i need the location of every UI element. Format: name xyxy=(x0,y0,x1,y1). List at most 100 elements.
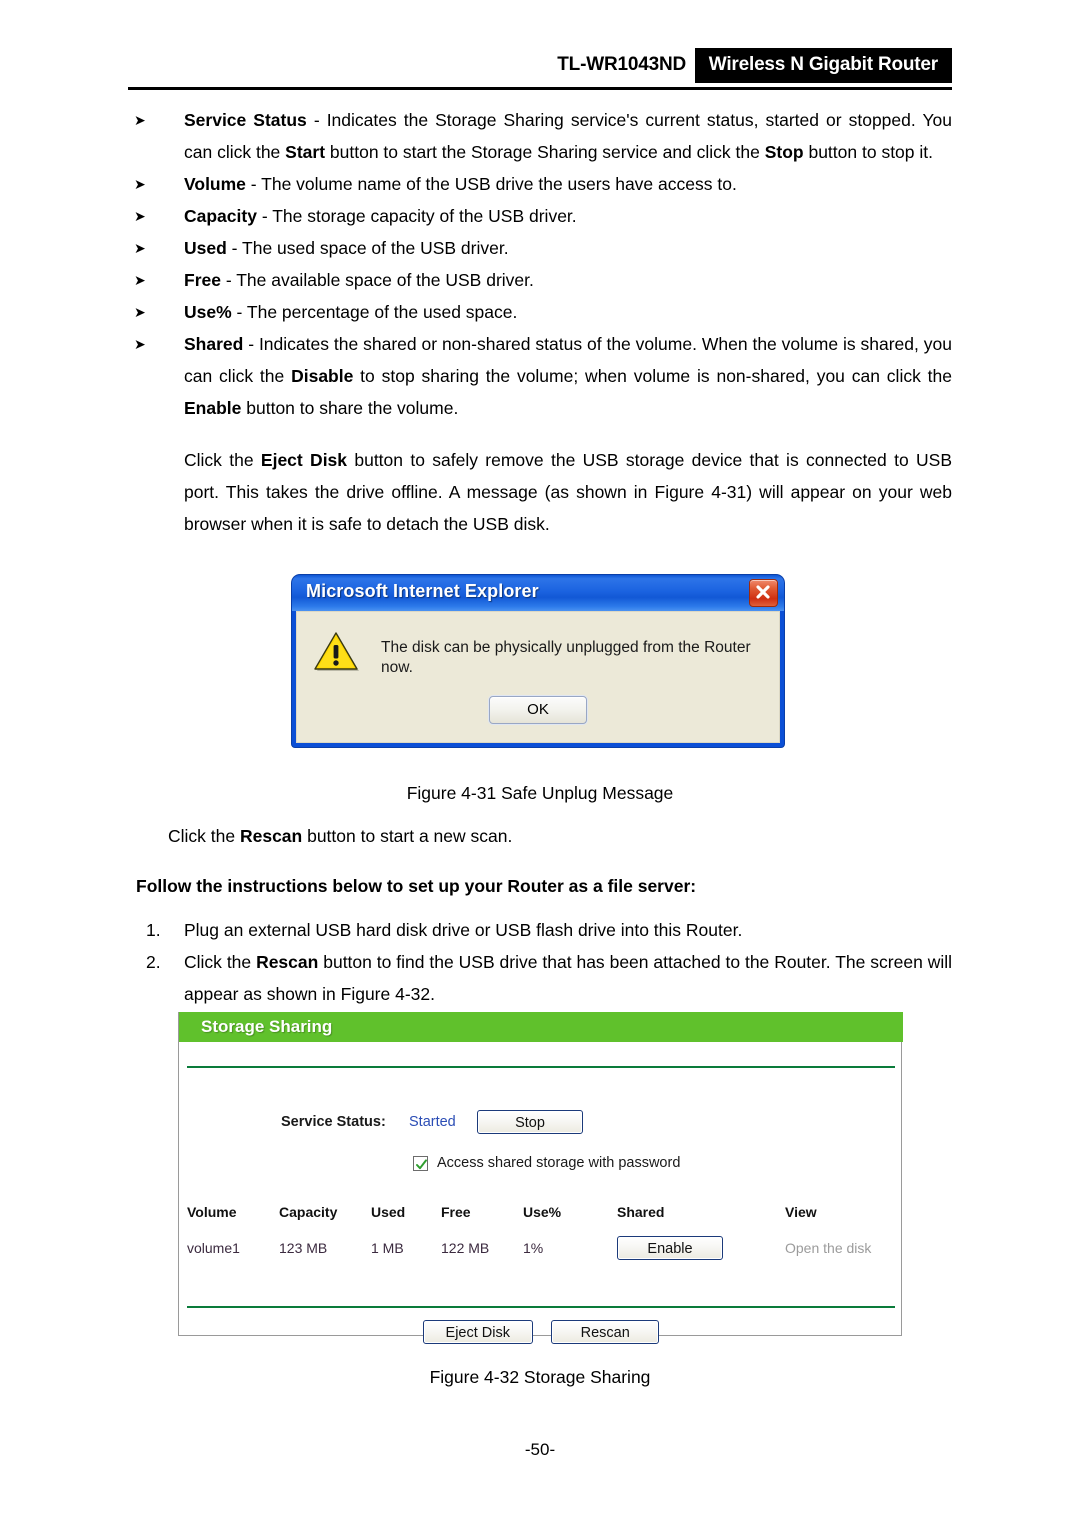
bullet-free: ➤ Free - The available space of the USB d… xyxy=(128,264,952,296)
cell-use-percent: 1% xyxy=(523,1240,544,1256)
paragraph-rescan: Click the Rescan button to start a new s… xyxy=(128,820,952,852)
term-enable: Enable xyxy=(184,398,242,418)
bullet-use-percent: ➤ Use% - The percentage of the used space… xyxy=(128,296,952,328)
bullet-shared: ➤ Shared - Indicates the shared or non-sh… xyxy=(128,328,952,424)
dialog-message: The disk can be physically unplugged fro… xyxy=(381,639,751,676)
divider-top xyxy=(187,1066,895,1068)
table-row: volume1 123 MB 1 MB 122 MB 1% Enable Ope… xyxy=(187,1234,895,1262)
bullet-marker-icon: ➤ xyxy=(134,336,146,352)
cell-view: Open the disk xyxy=(785,1234,895,1262)
storage-sharing-panel: Storage Sharing Service Status: Started … xyxy=(178,1012,903,1344)
paragraph-eject-disk: Click the Eject Disk button to safely re… xyxy=(128,444,952,540)
dialog-body: The disk can be physically unplugged fro… xyxy=(296,611,780,743)
bullet-marker-icon: ➤ xyxy=(134,176,146,192)
text-volume: - The volume name of the USB drive the u… xyxy=(245,174,737,194)
storage-volumes-table: Volume Capacity Used Free Use% Shared Vi… xyxy=(187,1204,895,1262)
step-item-2: 2. Click the Rescan button to find the US… xyxy=(128,946,952,1010)
close-icon[interactable] xyxy=(749,579,778,607)
panel-header: Storage Sharing xyxy=(179,1012,903,1042)
step-1-text: Plug an external USB hard disk drive or … xyxy=(184,920,743,940)
term-shared: Shared xyxy=(184,334,244,354)
cell-shared: Enable xyxy=(617,1234,785,1262)
internet-explorer-dialog: Microsoft Internet Explorer The disk can… xyxy=(292,575,784,747)
bullet-capacity: ➤ Capacity - The storage capacity of the … xyxy=(128,200,952,232)
table-header-row: Volume Capacity Used Free Use% Shared Vi… xyxy=(187,1204,895,1234)
bullet-marker-icon: ➤ xyxy=(134,112,146,128)
step-item-1: 1. Plug an external USB hard disk drive o… xyxy=(128,914,952,946)
column-header-use-percent: Use% xyxy=(523,1204,562,1220)
term-rescan: Rescan xyxy=(239,826,303,846)
cell-volume: volume1 xyxy=(187,1240,240,1256)
figure-31-block: Figure 4-31 Safe Unplug Message Click th… xyxy=(128,778,952,1010)
column-header-used: Used xyxy=(371,1204,406,1220)
warning-icon xyxy=(313,630,359,672)
column-header-shared: Shared xyxy=(617,1204,665,1220)
bullet-marker-icon: ➤ xyxy=(134,240,146,256)
step-number: 1. xyxy=(146,920,161,940)
rescan-pre-text: Click the xyxy=(168,826,240,846)
text-service-status-b: button to start the Storage Sharing serv… xyxy=(325,142,765,162)
term-disable: Disable xyxy=(291,366,354,386)
service-status-label: Service Status: xyxy=(281,1114,386,1130)
bullet-volume: ➤ Volume - The volume name of the USB dri… xyxy=(128,168,952,200)
column-header-volume: Volume xyxy=(187,1204,237,1220)
step-number: 2. xyxy=(146,952,161,972)
column-header-capacity: Capacity xyxy=(279,1204,338,1220)
term-start: Start xyxy=(285,142,326,162)
text-free: - The available space of the USB driver. xyxy=(220,270,534,290)
access-password-label: Access shared storage with password xyxy=(437,1155,681,1171)
figure-32-block: Figure 4-32 Storage Sharing xyxy=(128,1362,952,1392)
text-used: - The used space of the USB driver. xyxy=(226,238,509,258)
text-capacity: - The storage capacity of the USB driver… xyxy=(256,206,577,226)
dialog-title: Microsoft Internet Explorer xyxy=(306,581,539,601)
term-volume: Volume xyxy=(184,174,246,194)
product-tagline: Wireless N Gigabit Router xyxy=(694,48,952,83)
term-service-status: Service Status xyxy=(184,110,307,130)
panel-inner: Service Status: Started Stop Access shar… xyxy=(187,1042,895,1344)
term-stop: Stop xyxy=(764,142,804,162)
model-name: TL-WR1043ND xyxy=(557,54,686,75)
eject-pre-text: Click the xyxy=(184,450,261,470)
term-capacity: Capacity xyxy=(184,206,257,226)
access-password-checkbox[interactable] xyxy=(413,1156,428,1171)
term-used: Used xyxy=(184,238,227,258)
text-service-status-c: button to stop it. xyxy=(803,142,933,162)
panel-footer-buttons: Eject Disk Rescan xyxy=(187,1320,895,1344)
page-number: -50- xyxy=(524,1440,556,1459)
bullet-marker-icon: ➤ xyxy=(134,272,146,288)
rescan-button[interactable]: Rescan xyxy=(551,1320,660,1344)
term-use-percent: Use% xyxy=(184,302,232,322)
text-use-percent: - The percentage of the used space. xyxy=(231,302,518,322)
cell-free: 122 MB xyxy=(441,1240,490,1256)
column-header-free: Free xyxy=(441,1204,471,1220)
bullet-marker-icon: ➤ xyxy=(134,304,146,320)
ok-button[interactable]: OK xyxy=(489,696,587,724)
term-eject-disk: Eject Disk xyxy=(260,450,348,470)
dialog-titlebar: Microsoft Internet Explorer xyxy=(292,575,784,611)
page-header: TL-WR1043ND Wireless N Gigabit Router xyxy=(128,48,952,90)
open-the-disk-link[interactable]: Open the disk xyxy=(785,1240,871,1256)
step-2-pre-text: Click the xyxy=(184,952,257,972)
instructions-heading: Follow the instructions below to set up … xyxy=(136,876,697,896)
eject-disk-button[interactable]: Eject Disk xyxy=(422,1320,533,1344)
cell-capacity: 123 MB xyxy=(279,1240,328,1256)
text-shared-b: to stop sharing the volume; when volume … xyxy=(353,366,952,386)
stop-button[interactable]: Stop xyxy=(477,1110,583,1134)
password-checkbox-row: Access shared storage with password xyxy=(187,1154,895,1176)
bullet-marker-icon: ➤ xyxy=(134,208,146,224)
service-status-value: Started xyxy=(409,1114,456,1130)
rescan-post-text: button to start a new scan. xyxy=(302,826,513,846)
service-status-row: Service Status: Started Stop xyxy=(187,1110,895,1140)
text-shared-c: button to share the volume. xyxy=(241,398,459,418)
figure-32-caption: Figure 4-32 Storage Sharing xyxy=(429,1367,651,1387)
divider-bottom xyxy=(187,1306,895,1308)
document-content: ➤ Service Status - Indicates the Storage … xyxy=(128,104,952,540)
bullet-service-status: ➤ Service Status - Indicates the Storage … xyxy=(128,104,952,168)
enable-button[interactable]: Enable xyxy=(617,1236,723,1260)
cell-used: 1 MB xyxy=(371,1240,404,1256)
bullet-used: ➤ Used - The used space of the USB driver… xyxy=(128,232,952,264)
